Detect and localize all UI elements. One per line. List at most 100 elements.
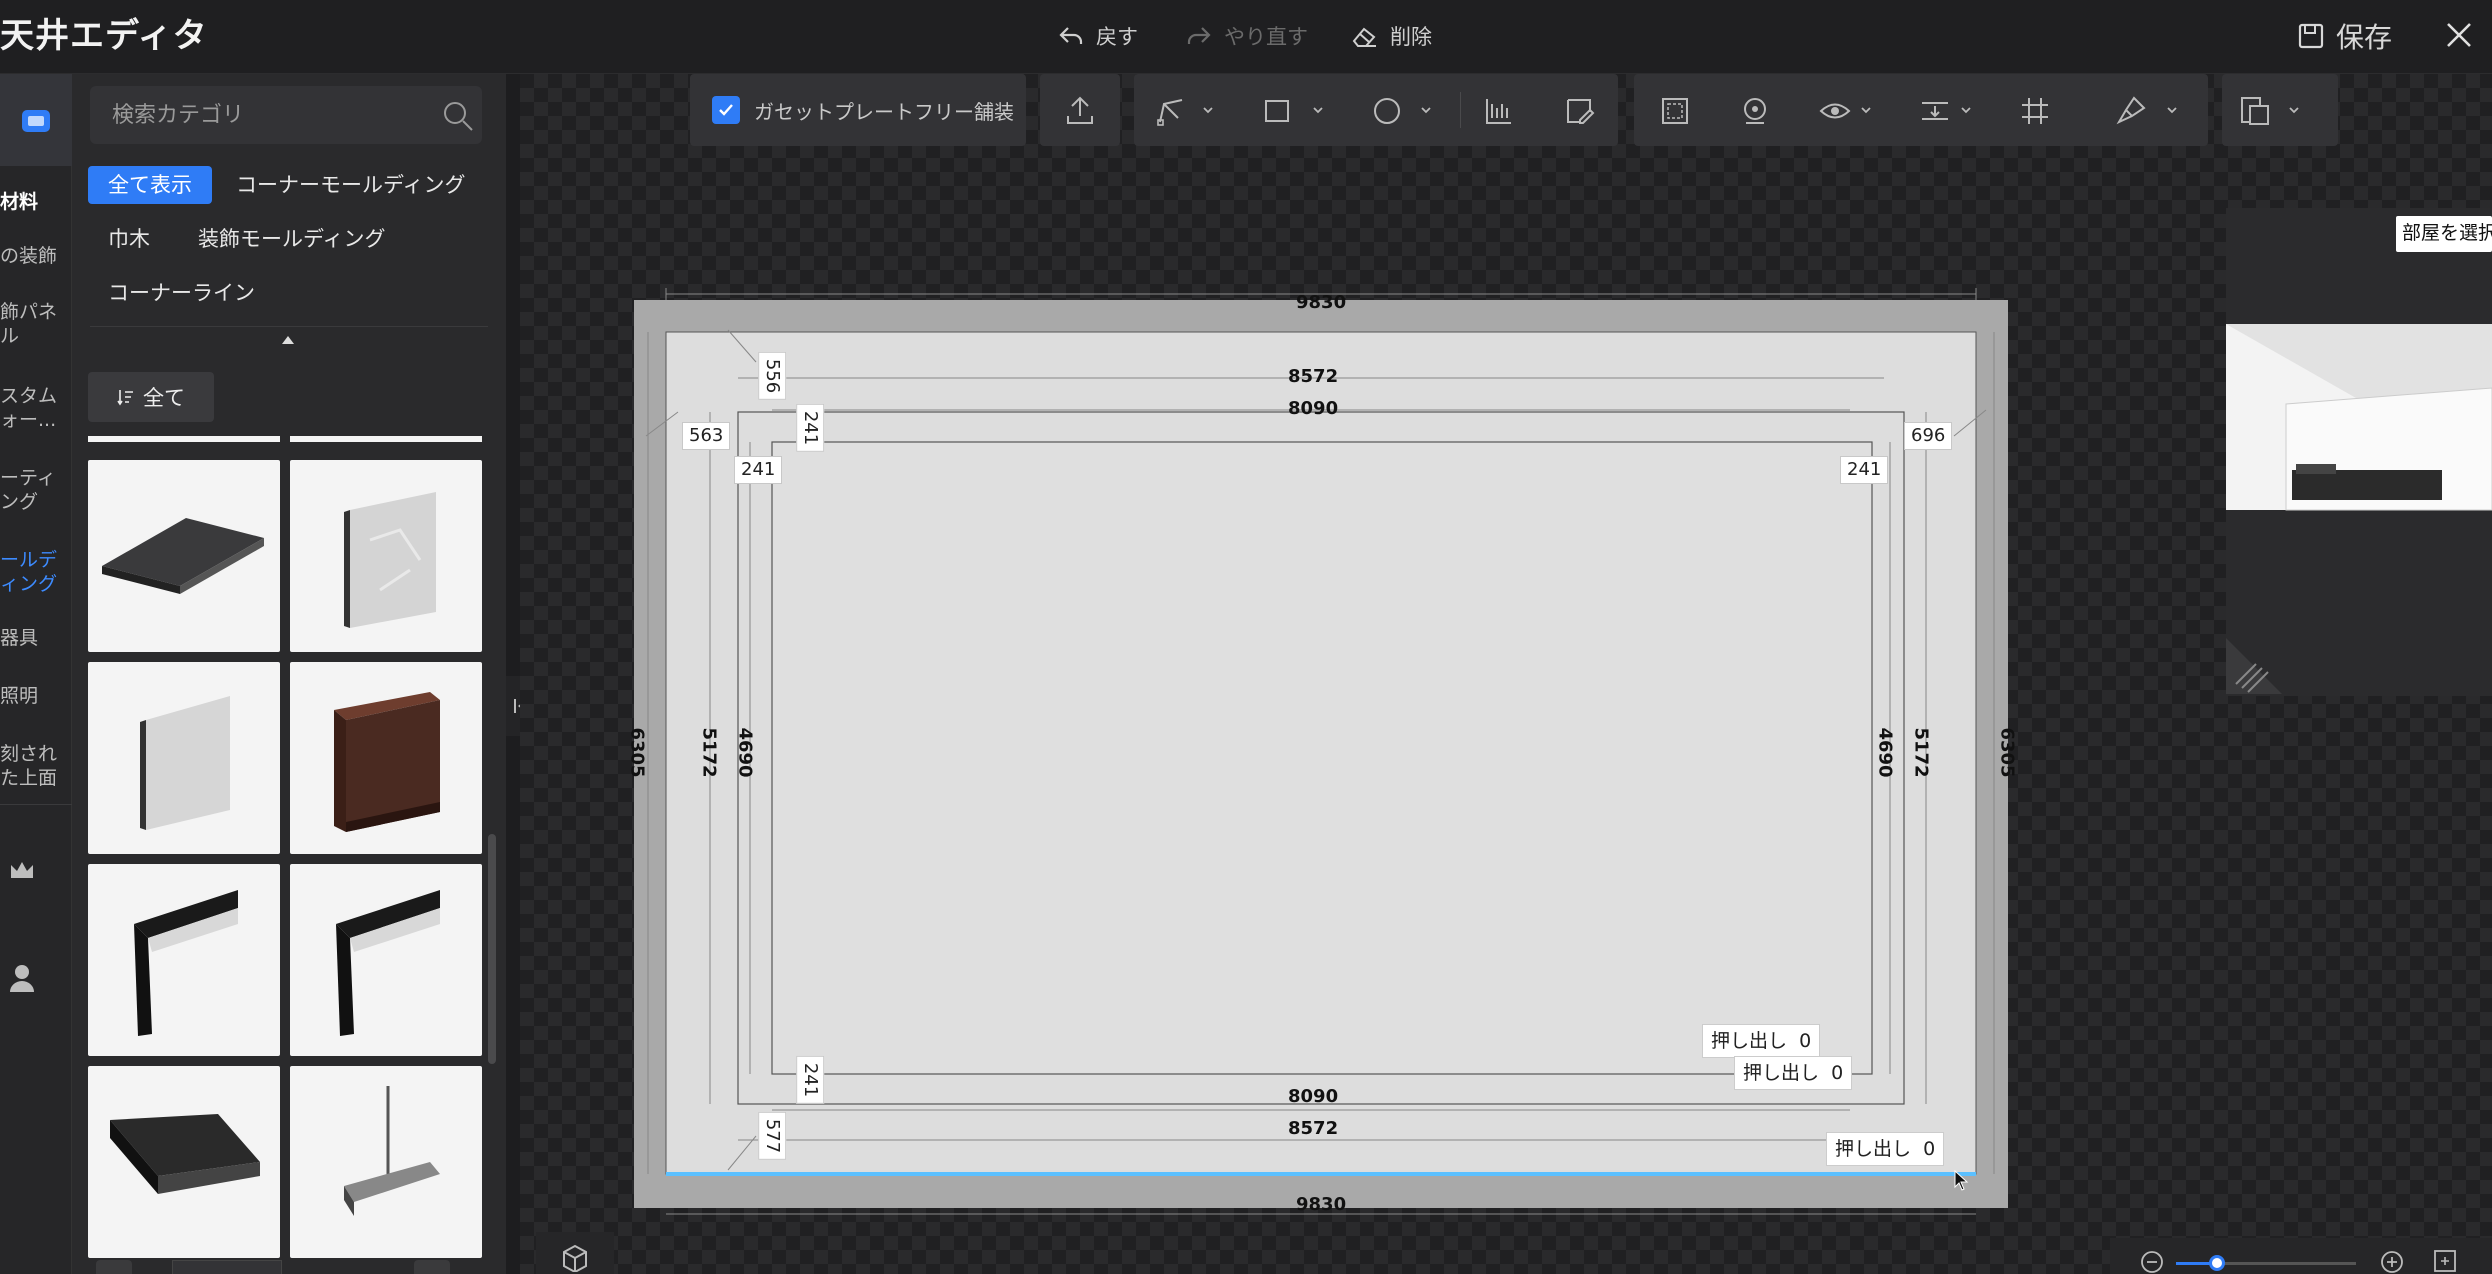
zoom-slider-thumb[interactable] (2209, 1255, 2226, 1271)
material-tile-flat-board[interactable] (88, 460, 280, 652)
dark-profile-thumbnail (134, 890, 238, 1036)
circle-icon[interactable] (1370, 94, 1404, 128)
material-tile-brown-channel[interactable] (290, 662, 482, 854)
category-chip-baseboard[interactable]: 巾木 (88, 220, 170, 258)
material-tile-stone-small[interactable] (88, 662, 280, 854)
category-chip-corner-molding[interactable]: コーナーモールディング (216, 166, 486, 204)
sort-icon (117, 390, 133, 406)
page-input[interactable] (172, 1260, 282, 1274)
room-preview[interactable] (2226, 208, 2492, 696)
search-icon[interactable] (442, 100, 474, 132)
rail-item-molding-b[interactable]: ィング (0, 572, 72, 596)
rail-item-molding-a[interactable]: ールデ (0, 548, 72, 572)
save-button[interactable]: 保存 (2296, 14, 2392, 58)
view-3d-toggle[interactable] (536, 1232, 614, 1274)
page-next-button[interactable] (414, 1260, 450, 1274)
chevron-down-icon[interactable] (1960, 104, 1972, 116)
rail-item-custom-b[interactable]: ォー... (0, 408, 72, 432)
search-input[interactable] (110, 96, 430, 134)
rail-item-fixture[interactable]: 器具 (0, 626, 72, 650)
chevron-down-icon[interactable] (1202, 104, 1214, 116)
dim-offset-bottom[interactable]: 577 (758, 1111, 787, 1161)
mouse-cursor-icon (1954, 1170, 1969, 1191)
gasset-checkbox[interactable] (712, 96, 740, 124)
dim-gap-bottom-vertical[interactable]: 241 (796, 1055, 825, 1105)
dim-gap-top-right[interactable]: 241 (1840, 456, 1889, 484)
dim-offset-left[interactable]: 563 (682, 422, 731, 450)
align-icon[interactable] (1918, 94, 1952, 128)
redo-label: やり直す (1224, 25, 1308, 49)
panel-scrollbar[interactable] (488, 834, 496, 1064)
rail-item-coating-b[interactable]: ング (0, 490, 72, 514)
rail-item-material[interactable]: 材料 (0, 190, 72, 214)
select-area-icon[interactable] (1658, 94, 1692, 128)
toolbar-draw-group (1134, 74, 1618, 146)
upload-icon[interactable] (1063, 94, 1097, 128)
zoom-in-icon[interactable] (2380, 1250, 2404, 1274)
crown-icon[interactable] (8, 856, 36, 884)
extrude-field-2[interactable]: 押し出し 0 (1734, 1056, 1853, 1090)
rail-item-carved-b[interactable]: た上面 (0, 766, 72, 790)
delete-button[interactable]: 削除 (1350, 14, 1432, 58)
chevron-down-icon[interactable] (2166, 104, 2178, 116)
close-button[interactable] (2436, 12, 2482, 58)
collapse-up-icon[interactable] (282, 336, 294, 344)
edit-shape-icon[interactable] (1562, 94, 1596, 128)
redo-button[interactable]: やり直す (1184, 14, 1308, 58)
zoom-out-icon[interactable] (2140, 1250, 2164, 1274)
chevron-down-icon[interactable] (1420, 104, 1432, 116)
extrude-value[interactable]: 0 (1923, 1138, 1935, 1160)
rail-material-tab[interactable] (0, 74, 72, 166)
stone-small-thumbnail (140, 696, 230, 830)
material-tile-stone-slab[interactable] (290, 460, 482, 652)
material-tile-dark-profile[interactable] (88, 864, 280, 1056)
paint-brush-icon[interactable] (2114, 94, 2148, 128)
material-tile-dark-profile-alt[interactable] (290, 864, 482, 1056)
measure-icon[interactable] (1482, 94, 1516, 128)
eye-icon[interactable] (1818, 94, 1852, 128)
room-select-button[interactable]: 部屋を選択 (2396, 216, 2492, 252)
rail-item-lighting[interactable]: 照明 (0, 684, 72, 708)
dim-gap-top-left[interactable]: 241 (734, 456, 783, 484)
grid-icon[interactable] (2018, 94, 2052, 128)
preview-3d-image (2226, 324, 2492, 694)
rail-item-panel-b[interactable]: ル (0, 324, 72, 348)
fit-screen-icon[interactable] (2432, 1248, 2458, 1274)
box-channel-thumbnail (110, 1114, 260, 1194)
user-icon[interactable] (8, 962, 36, 994)
rail-item-decor[interactable]: の装飾 (0, 244, 72, 268)
extrude-field-1[interactable]: 押し出し 0 (1702, 1024, 1821, 1058)
category-chip-corner-line[interactable]: コーナーライン (88, 274, 275, 312)
pen-draw-icon[interactable] (1154, 94, 1188, 128)
extrude-field-3[interactable]: 押し出し 0 (1826, 1132, 1945, 1166)
sort-filter-button[interactable]: 全て (88, 372, 214, 422)
zoom-slider[interactable] (2176, 1255, 2356, 1271)
dim-mid-width-bottom: 8572 (1288, 1118, 1339, 1139)
material-tile-box-channel[interactable] (88, 1066, 280, 1258)
inner-panel[interactable] (771, 441, 1873, 1075)
extrude-value[interactable]: 0 (1799, 1030, 1811, 1052)
material-panel: 全て表示 コーナーモールディング 巾木 装飾モールディング コーナーライン 全て (72, 74, 506, 1274)
rectangle-icon[interactable] (1260, 94, 1294, 128)
undo-button[interactable]: 戻す (1056, 14, 1138, 58)
rail-item-panel-a[interactable]: 飾パネ (0, 300, 72, 324)
dim-inner-height-left: 4690 (734, 727, 756, 778)
dim-offset-right[interactable]: 696 (1904, 422, 1953, 450)
category-chip-decor-molding[interactable]: 装飾モールディング (178, 220, 406, 258)
rail-item-coating-a[interactable]: ーティ (0, 466, 72, 490)
chevron-down-icon[interactable] (2288, 104, 2300, 116)
rail-item-carved-a[interactable]: 刻され (0, 742, 72, 766)
category-chip-all[interactable]: 全て表示 (88, 166, 212, 204)
chevron-down-icon[interactable] (1860, 104, 1872, 116)
chevron-down-icon[interactable] (1312, 104, 1324, 116)
locate-icon[interactable] (1738, 94, 1772, 128)
dim-offset-top[interactable]: 556 (758, 351, 787, 401)
material-tile-hanging-rail[interactable] (290, 1066, 482, 1258)
dim-gap-top-vertical[interactable]: 241 (796, 403, 825, 453)
page-prev-button[interactable] (96, 1260, 132, 1274)
dim-inner-width-bottom: 8090 (1288, 1086, 1339, 1107)
rail-item-custom-a[interactable]: スタム (0, 384, 72, 408)
extrude-value[interactable]: 0 (1831, 1062, 1843, 1084)
save-label: 保存 (2336, 21, 2393, 54)
layout-copy-icon[interactable] (2238, 94, 2272, 128)
